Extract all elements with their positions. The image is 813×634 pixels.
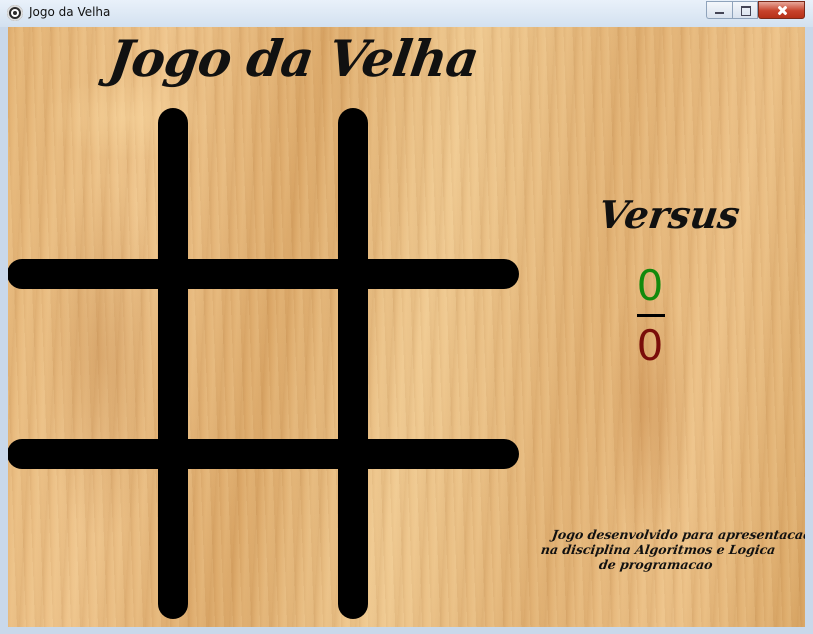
score-divider (637, 314, 665, 317)
close-button[interactable] (758, 1, 805, 19)
window-frame-right (805, 27, 813, 634)
board-line-vertical-right (338, 108, 368, 619)
window-frame-left (0, 27, 8, 634)
board-cell-1-2[interactable] (368, 289, 518, 439)
credits-line-1: Jogo desenvolvido para apresentacao (551, 527, 805, 542)
player-o-score: 0 (636, 321, 664, 370)
minimize-button[interactable] (706, 1, 732, 19)
board-cell-1-1[interactable] (188, 289, 338, 439)
board-line-horizontal-bottom (8, 439, 519, 469)
board-cell-0-1[interactable] (188, 108, 338, 258)
maximize-button[interactable] (732, 1, 758, 19)
board-cell-2-2[interactable] (368, 469, 518, 619)
credits-line-3: de programacao (598, 557, 714, 572)
window-title: Jogo da Velha (29, 5, 111, 19)
game-title: Jogo da Velha (105, 29, 482, 88)
app-icon[interactable] (7, 5, 23, 21)
board-line-horizontal-top (8, 259, 519, 289)
credits-line-2: na disciplina Algoritmos e Logica (539, 542, 777, 557)
board-cell-0-0[interactable] (8, 108, 158, 258)
window-titlebar[interactable]: Jogo da Velha (0, 0, 813, 28)
board-cell-0-2[interactable] (368, 108, 518, 258)
board-cell-2-1[interactable] (188, 469, 338, 619)
window-frame-bottom (0, 627, 813, 634)
board-line-vertical-left (158, 108, 188, 619)
board-cell-2-0[interactable] (8, 469, 158, 619)
game-canvas: Jogo da Velha Versus 0 0 Jogo desenvolvi… (8, 27, 805, 627)
credits-text: Jogo desenvolvido para apresentacao na d… (535, 527, 805, 572)
player-x-score: 0 (636, 261, 664, 310)
versus-label: Versus (595, 192, 743, 237)
board-cell-1-0[interactable] (8, 289, 158, 439)
